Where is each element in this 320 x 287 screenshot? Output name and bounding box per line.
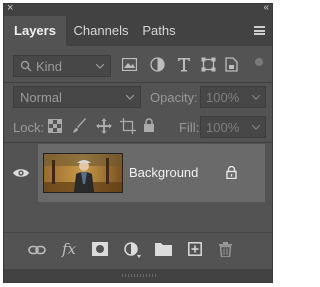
divider bbox=[4, 142, 272, 143]
adjustment-filter-icon[interactable] bbox=[150, 57, 165, 72]
smart-object-filter-icon[interactable] bbox=[225, 57, 238, 72]
lock-transparent-pixels-icon[interactable] bbox=[48, 119, 62, 133]
shape-filter-icon[interactable] bbox=[201, 57, 216, 72]
lock-icon bbox=[226, 166, 237, 179]
tab-paths[interactable]: Paths bbox=[136, 16, 182, 46]
image-filter-icon[interactable] bbox=[122, 58, 137, 71]
add-mask-icon[interactable] bbox=[92, 242, 108, 256]
lock-position-icon[interactable] bbox=[96, 118, 112, 134]
chevron-down-icon bbox=[252, 95, 260, 100]
lock-artboard-icon[interactable] bbox=[120, 118, 136, 134]
panel-menu-icon[interactable] bbox=[254, 26, 265, 35]
new-group-icon[interactable] bbox=[155, 242, 172, 256]
adjustment-layer-icon[interactable] bbox=[124, 242, 142, 258]
collapse-icon[interactable]: « bbox=[263, 2, 268, 13]
filter-toggle-icon[interactable] bbox=[255, 58, 263, 66]
blend-mode-select[interactable]: Normal bbox=[13, 86, 141, 108]
panel-title-bar: × « bbox=[4, 2, 272, 16]
lock-image-pixels-icon[interactable] bbox=[72, 118, 87, 134]
resize-grip-icon[interactable] bbox=[122, 274, 156, 277]
type-filter-icon[interactable] bbox=[177, 57, 191, 72]
tab-layers[interactable]: Layers bbox=[4, 16, 66, 46]
layer-name[interactable]: Background bbox=[129, 165, 198, 180]
visibility-toggle[interactable] bbox=[4, 144, 38, 202]
divider bbox=[4, 82, 272, 83]
lock-label: Lock: bbox=[13, 120, 45, 135]
layers-panel: × « Layers Channels Paths Kind Normal Op… bbox=[3, 2, 273, 283]
filter-kind-select[interactable]: Kind bbox=[13, 55, 111, 77]
layer-thumbnail-image bbox=[44, 154, 122, 192]
chevron-down-icon bbox=[252, 125, 260, 130]
link-layers-icon[interactable] bbox=[28, 245, 46, 255]
layer-row[interactable]: Background bbox=[4, 144, 272, 202]
chevron-down-icon bbox=[126, 95, 134, 100]
opacity-label: Opacity: bbox=[150, 90, 198, 105]
eye-icon bbox=[13, 169, 29, 177]
chevron-down-icon bbox=[96, 64, 104, 69]
layer-background[interactable]: Background bbox=[38, 144, 265, 202]
new-layer-icon[interactable] bbox=[188, 242, 202, 256]
lock-all-icon[interactable] bbox=[143, 118, 155, 133]
opacity-value: 100% bbox=[206, 90, 240, 105]
blend-mode-value: Normal bbox=[20, 90, 62, 105]
panel-tab-bar: Layers Channels Paths bbox=[4, 16, 272, 46]
search-icon bbox=[20, 60, 32, 72]
delete-layer-icon[interactable] bbox=[219, 242, 232, 257]
fill-label: Fill: bbox=[179, 120, 200, 135]
fill-input[interactable]: 100% bbox=[200, 116, 266, 138]
opacity-input[interactable]: 100% bbox=[200, 86, 266, 108]
close-icon[interactable]: × bbox=[7, 2, 13, 14]
fx-icon[interactable]: fx bbox=[62, 240, 76, 258]
panel-resize-bar[interactable] bbox=[4, 269, 272, 282]
layer-thumbnail bbox=[43, 153, 123, 193]
panel-footer: fx bbox=[4, 232, 272, 267]
filter-kind-label: Kind bbox=[36, 59, 63, 74]
fill-value: 100% bbox=[206, 120, 240, 135]
tab-channels[interactable]: Channels bbox=[66, 16, 136, 46]
